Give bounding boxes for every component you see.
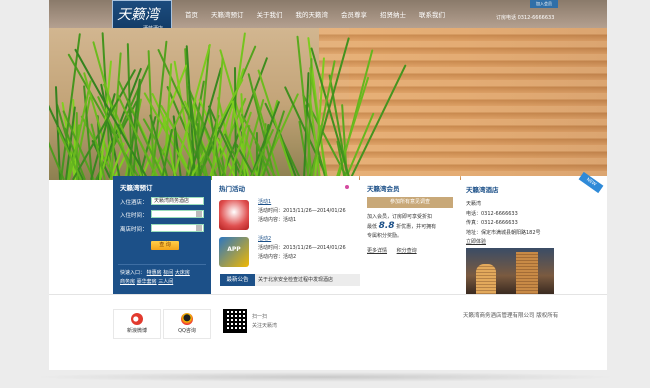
page: 天籁湾 酒航酒店 TIANLAI BAY BUSINESS HOTEL 首页 天… (49, 0, 607, 370)
qr-code-icon (223, 309, 247, 333)
quick-link[interactable]: 三人间 (158, 279, 173, 285)
weibo-icon (131, 313, 143, 325)
activities-title: 热门活动 (219, 185, 245, 193)
qq-link[interactable]: QQ咨询 (163, 309, 211, 339)
scan-line2: 关注天籁湾 (252, 323, 278, 329)
footer: 新浪微博 QQ咨询 扫一扫 关注天籁湾 天籁湾商务酒店管理有限公司 版权所有 (49, 294, 607, 348)
activity-time: 活动时间：2013/11/26—2014/01/26 (258, 208, 346, 214)
member-line-post: 折优惠，并可拥有 (396, 224, 437, 230)
hero-banner (49, 28, 607, 180)
hotel-tel: 电话：0312-6666633 (466, 210, 518, 217)
hotel-fax: 传真：0312-6666633 (466, 220, 518, 226)
member-panel: 天籁湾会员 参加所有意见调查 加入会员，订房即可享受折扣 最低 8.8 折优惠，… (360, 176, 460, 294)
member-links: 更多详情 积分查询 (367, 247, 425, 254)
nav-contact[interactable]: 联系我们 (419, 9, 445, 19)
hotel-label: 入住酒店： (120, 200, 148, 206)
join-member-button[interactable]: 加入会员 (530, 0, 558, 8)
member-text: 加入会员，订房即可享受折扣 最低 8.8 折优惠，并可拥有 专属积分奖励。 (367, 213, 457, 241)
weibo-label: 新浪微博 (126, 328, 147, 334)
hotel-select[interactable]: 天籁湾商务酒店 (151, 197, 204, 205)
experience-link[interactable]: 立即体验 (466, 238, 541, 248)
hotel-title: 天籁湾酒店 (466, 186, 499, 194)
app-icon: APP (219, 237, 249, 267)
copyright: 天籁湾商务酒店管理有限公司 版权所有 (463, 313, 559, 319)
building-dome (476, 264, 496, 294)
activity-item: 活动2 活动时间：2013/11/26—2014/01/26 活动内容：活动2 (258, 235, 346, 262)
checkin-label: 入住时间： (120, 213, 148, 219)
booking-phone: 订房电话 0312-6666633 (496, 15, 555, 21)
hotel-address: 地址：保定市满城县朝阳路182号 (466, 229, 541, 236)
info-panels: 天籁湾预订 入住酒店： 天籁湾商务酒店 入住时间： 离店时间： 查 询 快速入口… (113, 171, 607, 294)
checkout-input[interactable] (151, 224, 204, 232)
hero-wood-panels (319, 28, 607, 180)
scan-line1: 扫一扫 (252, 314, 268, 320)
qq-label: QQ咨询 (178, 328, 196, 334)
nav-booking[interactable]: 天籁湾预订 (211, 9, 244, 19)
member-line-pre: 最低 (367, 224, 378, 230)
quick-link[interactable]: 特惠房 (147, 270, 162, 276)
gift-icon (219, 200, 249, 230)
nav-about[interactable]: 关于我们 (257, 9, 283, 19)
activity-content: 活动内容：活动1 (258, 217, 297, 223)
quick-link[interactable]: 标间 (163, 270, 173, 276)
hotel-panel: NEW 天籁湾酒店 天籁湾 电话：0312-6666633 传真：0312-66… (461, 171, 607, 294)
booking-panel: 天籁湾预订 入住酒店： 天籁湾商务酒店 入住时间： 离店时间： 查 询 快速入口… (113, 176, 211, 294)
news-tag: 最新公告 (220, 274, 255, 286)
quick-label: 快速入口： (120, 270, 146, 276)
points-query-link[interactable]: 积分查询 (397, 248, 417, 254)
activity-item: 活动1 活动时间：2013/11/26—2014/01/26 活动内容：活动1 (258, 198, 346, 225)
member-line: 专属积分奖励。 (367, 233, 403, 239)
activity-content: 活动内容：活动2 (258, 254, 297, 260)
hotel-name: 天籁湾 (466, 201, 482, 207)
calendar-icon[interactable] (196, 211, 202, 217)
logo-title: 天籁湾 (117, 7, 159, 23)
weibo-link[interactable]: 新浪微博 (113, 309, 161, 339)
activities-panel: 热门活动 活动1 活动时间：2013/11/26—2014/01/26 活动内容… (212, 176, 452, 294)
divider (118, 264, 206, 265)
member-title: 天籁湾会员 (367, 185, 400, 193)
nav-my[interactable]: 我的天籁湾 (296, 9, 329, 19)
booking-title: 天籁湾预订 (120, 184, 153, 192)
hotel-info: 天籁湾 电话：0312-6666633 传真：0312-6666633 地址：保… (466, 200, 541, 248)
activity-link[interactable]: 活动2 (258, 235, 346, 244)
nav-jobs[interactable]: 招贤纳士 (380, 9, 406, 19)
calendar-icon[interactable] (196, 225, 202, 231)
nav-member[interactable]: 会员尊享 (341, 9, 367, 19)
survey-button[interactable]: 参加所有意见调查 (367, 197, 453, 208)
main-nav: 首页 天籁湾预订 关于我们 我的天籁湾 会员尊享 招贤纳士 联系我们 (185, 9, 458, 19)
quick-link[interactable]: 大床房 (175, 270, 190, 276)
more-details-link[interactable]: 更多详情 (367, 248, 387, 254)
dot-icon (345, 185, 349, 189)
quick-entry: 快速入口： 特惠房 标间 大床房 商务房 豪华套房 三人间 (120, 269, 190, 287)
news-text[interactable]: 关于北京安全检查过程中发现酒店 (258, 274, 333, 286)
search-button[interactable]: 查 询 (151, 241, 179, 250)
discount-value: 8.8 (378, 221, 395, 231)
nav-home[interactable]: 首页 (185, 9, 198, 19)
quick-link[interactable]: 豪华套房 (137, 279, 157, 285)
building-tower (516, 252, 538, 294)
activity-time: 活动时间：2013/11/26—2014/01/26 (258, 245, 346, 251)
scan-text: 扫一扫 关注天籁湾 (252, 313, 277, 331)
quick-link[interactable]: 商务房 (120, 279, 135, 285)
activity-link[interactable]: 活动1 (258, 198, 346, 207)
checkout-label: 离店时间： (120, 227, 148, 233)
new-badge: NEW (578, 171, 604, 194)
hotel-building-image (466, 248, 554, 294)
checkin-input[interactable] (151, 210, 204, 218)
qq-icon (181, 313, 193, 325)
top-header: 天籁湾 酒航酒店 TIANLAI BAY BUSINESS HOTEL 首页 天… (49, 0, 607, 42)
page-shadow (30, 372, 620, 382)
member-line: 最低 8.8 折优惠，并可拥有 (367, 222, 457, 232)
